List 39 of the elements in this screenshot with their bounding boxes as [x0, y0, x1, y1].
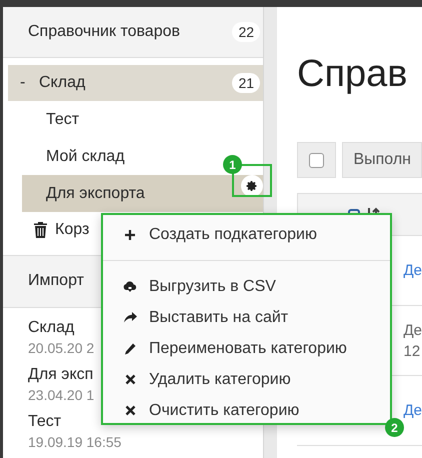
import-name[interactable]: Склад	[28, 317, 74, 339]
import-name[interactable]: Тест	[28, 411, 62, 433]
table-cell-text: 12	[403, 342, 422, 362]
menu-item[interactable]: Выгрузить в CSV	[103, 271, 390, 302]
action-button[interactable]: Выполн	[342, 142, 422, 178]
page-title: Справ	[297, 52, 408, 97]
plus-icon	[123, 228, 137, 240]
pencil-icon	[123, 342, 137, 354]
count-badge: 21	[232, 73, 260, 94]
select-all-button[interactable]	[297, 142, 336, 178]
product-link[interactable]: Де	[403, 260, 422, 281]
menu-item[interactable]: Удалить категорию	[103, 364, 390, 395]
count-badge: 22	[232, 22, 260, 42]
import-name[interactable]: Для эксп	[28, 364, 94, 386]
import-date: 23.04.20 1	[28, 386, 94, 404]
close-icon	[123, 405, 137, 416]
catalog-title[interactable]: Справочник товаров	[28, 23, 180, 42]
arrow-icon	[123, 312, 137, 323]
trash-icon	[34, 222, 47, 238]
cloud-download-icon	[123, 280, 137, 292]
import-date: 19.09.19 16:55	[28, 433, 122, 451]
collapse-toggle[interactable]: -	[20, 74, 34, 92]
section-title: Импорт	[28, 272, 84, 290]
checkbox[interactable]	[309, 152, 324, 168]
menu-item[interactable]: Создать подкатегорию	[103, 219, 390, 250]
menu-item[interactable]: Выставить на сайт	[103, 302, 390, 333]
tree-item[interactable]: Мой склад	[22, 138, 131, 176]
import-date: 20.05.20 2	[28, 339, 94, 357]
tree-item[interactable]: Тест	[22, 101, 86, 138]
menu-item[interactable]: Переименовать категорию	[103, 333, 390, 364]
table-cell-text: Де	[403, 320, 422, 340]
trash-label[interactable]: Корз	[55, 221, 90, 240]
product-link[interactable]: Де	[403, 400, 422, 421]
gear-icon	[246, 180, 258, 192]
close-icon	[123, 374, 137, 385]
tree-item[interactable]: Для экспорта	[22, 175, 264, 212]
tree-item-label: Склад	[39, 74, 86, 92]
callout-badge: 1	[223, 155, 242, 174]
tree-item[interactable]: - Склад 21	[8, 65, 264, 102]
